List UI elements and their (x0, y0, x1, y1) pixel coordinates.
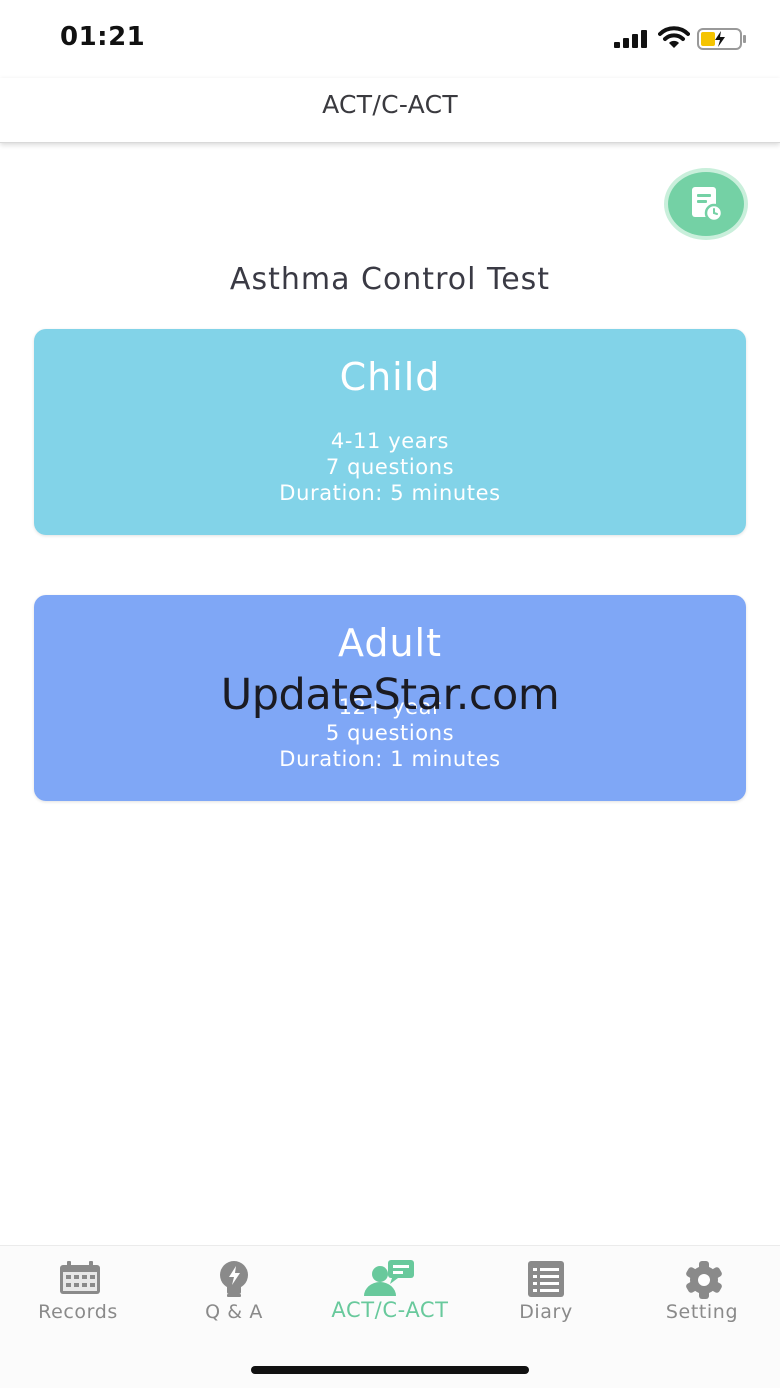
status-time: 01:21 (60, 22, 146, 52)
document-clock-icon (692, 187, 724, 223)
card-title: Child (339, 355, 441, 399)
gear-icon (686, 1261, 722, 1299)
card-questions: 5 questions (325, 721, 455, 745)
tab-qa[interactable]: Q & A (156, 1246, 312, 1346)
calendar-icon (60, 1261, 100, 1294)
card-duration: Duration: 5 minutes (279, 481, 501, 505)
card-duration: Duration: 1 minutes (279, 747, 501, 771)
card-age: 4-11 years (330, 429, 450, 453)
home-indicator (251, 1366, 529, 1374)
page-title: ACT/C-ACT (322, 90, 458, 119)
wifi-icon (658, 26, 690, 48)
signal-icon (614, 30, 647, 48)
tab-records[interactable]: Records (0, 1246, 156, 1346)
tab-label: ACT/C-ACT (331, 1298, 449, 1322)
tab-diary[interactable]: Diary (468, 1246, 624, 1346)
section-title: Asthma Control Test (229, 262, 551, 297)
child-test-card[interactable]: Child 4-11 years 7 questions Duration: 5… (34, 329, 746, 535)
tab-act-c-act[interactable]: ACT/C-ACT (312, 1246, 468, 1346)
tab-label: Diary (519, 1301, 573, 1323)
consult-icon (364, 1260, 414, 1296)
card-questions: 7 questions (325, 455, 455, 479)
tab-label: Setting (665, 1301, 739, 1323)
history-button[interactable] (668, 172, 744, 236)
nav-bar: ACT/C-ACT (0, 78, 780, 143)
tab-setting[interactable]: Setting (624, 1246, 780, 1346)
status-bar: 01:21 (0, 0, 780, 78)
tab-label: Records (38, 1301, 118, 1323)
lightbulb-icon (220, 1261, 248, 1297)
list-icon (528, 1261, 564, 1297)
card-title: Adult (338, 621, 442, 665)
tab-label: Q & A (205, 1301, 263, 1323)
watermark: UpdateStar.com (220, 670, 560, 720)
battery-icon (697, 28, 746, 50)
